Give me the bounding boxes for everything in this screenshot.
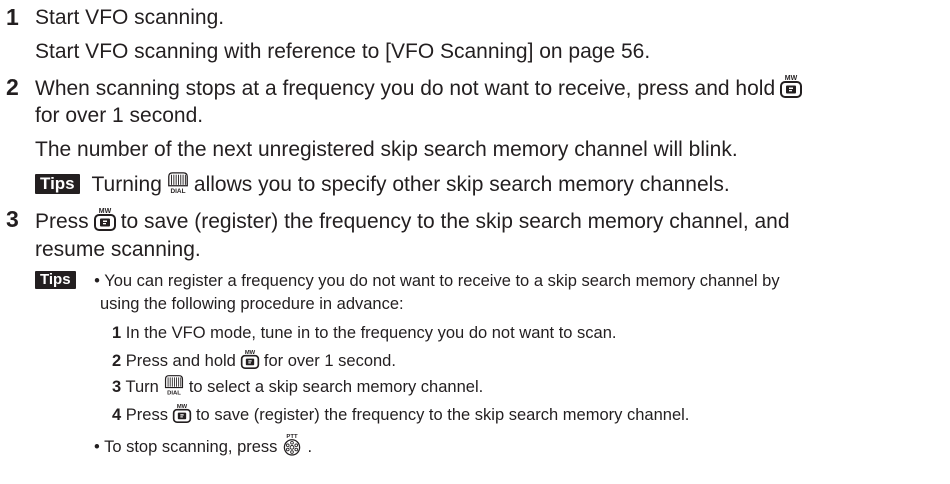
sub-step-text-a: Press [125,406,168,424]
tip-text-b: allows you to specify other skip search … [193,173,730,196]
tips-bullet-1-line-2: using the following procedure in advance… [100,295,404,313]
tips-sub-4: 4 Press to save (register) the frequency … [112,402,689,426]
sub-step-number: 2 [112,352,122,370]
bullet: • [94,438,100,456]
mw-f-key-icon [172,402,192,424]
sub-step-text-a: Press and hold [125,352,236,370]
step-2-text: When scanning stops at a frequency you d… [35,77,776,100]
dial-icon [163,374,185,396]
step-2-line-3: The number of the next unregistered skip… [35,138,738,161]
ptt-dial-icon [281,432,303,456]
step-2-tip: Tips Turning allows you to specify other … [35,171,730,199]
dial-icon [166,171,190,195]
tip-text-a: Turning [91,173,162,196]
step-3-text-b: to save (register) the frequency to the … [120,210,790,233]
step-3-text-a: Press [35,210,89,233]
mw-f-key-icon [93,206,117,232]
sub-step-text: In the VFO mode, tune in to the frequenc… [125,324,617,342]
step-3-line-1: Press to save (register) the frequency to… [35,206,790,236]
sub-step-number: 1 [112,324,122,342]
tips-bullet-2-text: To stop scanning, press [104,438,278,456]
sub-step-text-a: Turn [125,378,159,396]
tips-bullet-1-line-1: You can register a frequency you do not … [104,272,780,290]
sub-step-number: 4 [112,406,122,424]
mw-f-key-icon [779,73,803,99]
bullet: • [94,272,100,290]
step-1-line-1: Start VFO scanning. [35,6,225,29]
step-3-number: 3 [6,206,19,232]
step-1-number: 1 [6,4,19,30]
tips-sub-2: 2 Press and hold for over 1 second. [112,348,396,372]
sub-step-text-b: to save (register) the frequency to the … [195,406,690,424]
step-1-line-2: Start VFO scanning with reference to [VF… [35,40,651,63]
tips-block-line-1: Tips • You can register a frequency you … [35,270,780,292]
tips-sub-1: 1 In the VFO mode, tune in to the freque… [112,322,617,344]
step-2-line-2: for over 1 second. [35,104,204,127]
sub-step-text-b: to select a skip search memory channel. [188,378,484,396]
tips-badge: Tips [35,174,80,194]
manual-page: 1 Start VFO scanning. Start VFO scanning… [0,0,950,484]
mw-f-key-icon [240,348,260,370]
tips-sub-3: 3 Turn to select a skip search memory cha… [112,374,483,398]
step-2-line-1: When scanning stops at a frequency you d… [35,73,807,103]
sub-step-text-b: for over 1 second. [263,352,396,370]
tips-bullet-2: • To stop scanning, press. [94,432,312,458]
step-2-number: 2 [6,74,19,100]
step-3-line-2: resume scanning. [35,238,201,261]
tips-badge: Tips [35,271,76,289]
sub-step-number: 3 [112,378,122,396]
